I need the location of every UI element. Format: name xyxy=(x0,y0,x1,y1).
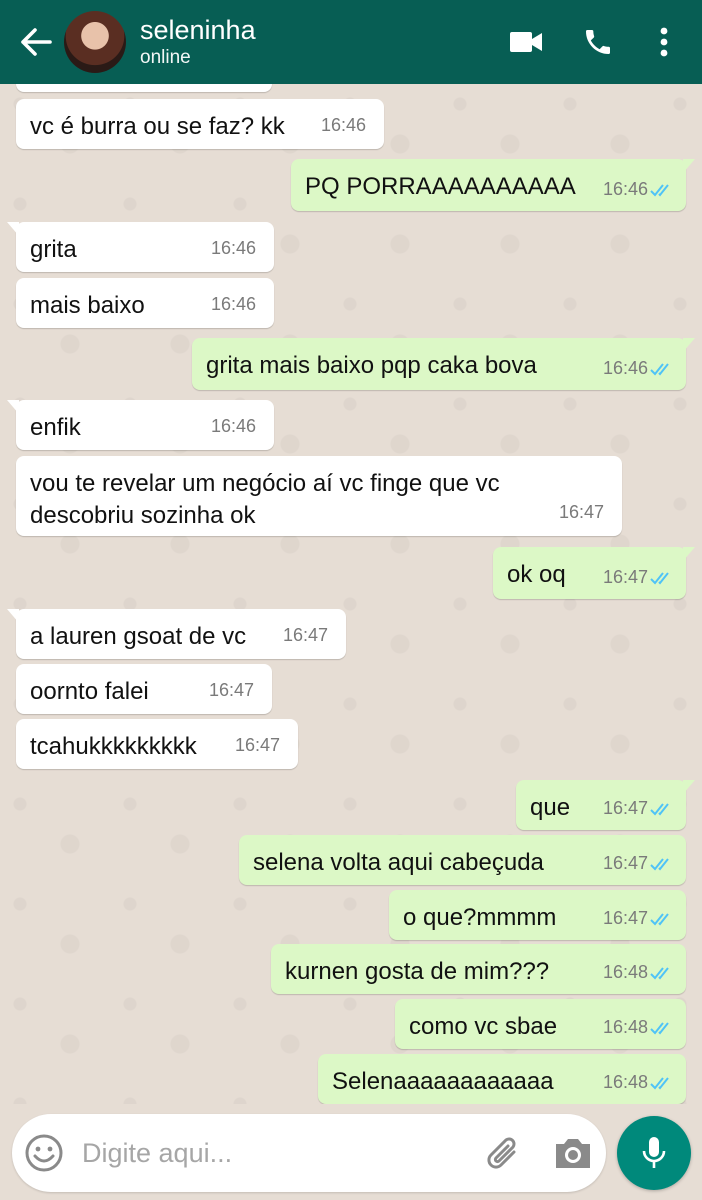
message-time: 16:47 xyxy=(234,735,280,755)
message-time: 16:47 xyxy=(282,625,328,645)
message-compose-bar: Digite aqui... xyxy=(12,1114,606,1192)
message-text: tcahukkkkkkkkk xyxy=(30,733,197,760)
more-vert-icon xyxy=(660,27,668,57)
message-text: ok oq xyxy=(507,561,566,588)
video-call-button[interactable] xyxy=(490,0,562,84)
message-time: 16:48 xyxy=(602,962,648,982)
read-ticks-icon xyxy=(650,184,669,197)
message-time: 16:47 xyxy=(602,567,648,587)
message-text: selena volta aqui cabeçuda xyxy=(253,849,544,876)
read-ticks-icon xyxy=(650,913,669,926)
message-bubble-incoming[interactable]: grita 16:46 xyxy=(7,222,274,272)
mic-icon xyxy=(642,1137,666,1168)
message-bubble-incoming[interactable]: vc é burra ou se faz? kk 16:46 xyxy=(16,99,384,149)
read-ticks-icon xyxy=(650,363,669,376)
read-ticks-icon xyxy=(650,1077,669,1090)
message-bubble-outgoing[interactable]: PQ PORRAAAAAAAAAA 16:46 xyxy=(291,159,695,211)
message-text: como vc sbae xyxy=(409,1013,558,1040)
message-text: kurnen gosta de mim??? xyxy=(285,958,550,985)
message-time: 16:47 xyxy=(602,853,648,873)
contact-name: seleninha xyxy=(140,15,256,45)
message-input[interactable]: Digite aqui... xyxy=(82,1138,232,1169)
message-time: 16:48 xyxy=(602,1017,648,1037)
message-bubble-incoming[interactable]: enfik 16:46 xyxy=(7,400,274,450)
message-time: 16:46 xyxy=(320,115,366,135)
contact-info[interactable]: seleninha online xyxy=(140,14,490,70)
message-time: 16:47 xyxy=(208,680,254,700)
message-text: oornto falei xyxy=(30,678,149,705)
more-options-button[interactable] xyxy=(634,0,694,84)
attach-icon[interactable] xyxy=(484,1132,524,1174)
voice-call-button[interactable] xyxy=(562,0,634,84)
chat-header: seleninha online xyxy=(0,0,702,84)
emoji-icon[interactable] xyxy=(24,1133,64,1173)
message-bubble-incoming[interactable]: tcahukkkkkkkkk 16:47 xyxy=(16,719,298,769)
message-text: que xyxy=(530,794,571,821)
message-text: vc é burra ou se faz? kk xyxy=(30,113,285,140)
message-time: 16:47 xyxy=(602,798,648,818)
message-time: 16:46 xyxy=(210,238,256,258)
message-bubble-outgoing[interactable]: kurnen gosta de mim??? 16:48 xyxy=(271,944,686,994)
message-bubble-outgoing[interactable]: que 16:47 xyxy=(516,780,695,830)
message-time: 16:46 xyxy=(210,416,256,436)
camera-icon[interactable] xyxy=(552,1132,594,1174)
message-time: 16:47 xyxy=(558,502,604,522)
message-text: PQ PORRAAAAAAAAAA xyxy=(305,173,576,200)
read-ticks-icon xyxy=(650,803,669,816)
message-text: vou te revelar um negócio aí vc finge qu… xyxy=(30,470,500,529)
message-text: grita xyxy=(30,236,77,263)
message-list[interactable]: vc é burra ou se faz? kk 16:46 PQ PORRAA… xyxy=(0,84,702,1104)
message-bubble-outgoing[interactable]: como vc sbae 16:48 xyxy=(395,999,686,1049)
message-bubble-outgoing[interactable]: selena volta aqui cabeçuda 16:47 xyxy=(239,835,686,885)
message-bubble-incoming[interactable]: a lauren gsoat de vc 16:47 xyxy=(7,609,346,659)
message-time: 16:48 xyxy=(602,1072,648,1092)
back-arrow-icon xyxy=(21,28,52,56)
message-time: 16:46 xyxy=(602,179,648,199)
message-text: o que?mmmm xyxy=(403,904,557,931)
back-button[interactable] xyxy=(8,0,64,84)
contact-status: online xyxy=(140,47,191,68)
message-bubble-outgoing[interactable]: grita mais baixo pqp caka bova 16:46 xyxy=(192,338,695,390)
message-text: mais baixo xyxy=(30,292,145,319)
video-call-icon xyxy=(510,32,542,52)
read-ticks-icon xyxy=(650,967,669,980)
avatar[interactable] xyxy=(64,11,126,73)
message-text: Selenaaaaaaaaaaaa xyxy=(332,1068,554,1095)
message-text: enfik xyxy=(30,414,81,441)
message-bubble-outgoing[interactable]: Selenaaaaaaaaaaaa 16:48 xyxy=(318,1054,686,1104)
message-bubble-partial xyxy=(16,84,272,92)
message-bubble-outgoing[interactable]: ok oq 16:47 xyxy=(493,547,695,599)
message-text: a lauren gsoat de vc xyxy=(30,623,247,650)
message-time: 16:46 xyxy=(210,294,256,314)
message-bubble-incoming[interactable]: mais baixo 16:46 xyxy=(16,278,274,328)
message-time: 16:47 xyxy=(602,908,648,928)
message-text: grita mais baixo pqp caka bova xyxy=(206,352,537,379)
phone-icon xyxy=(586,30,610,54)
read-ticks-icon xyxy=(650,572,669,585)
message-bubble-incoming[interactable]: vou te revelar um negócio aí vc finge qu… xyxy=(16,456,622,536)
read-ticks-icon xyxy=(650,858,669,871)
message-bubble-outgoing[interactable]: o que?mmmm 16:47 xyxy=(389,890,686,940)
read-ticks-icon xyxy=(650,1022,669,1035)
message-bubble-incoming[interactable]: oornto falei 16:47 xyxy=(16,664,272,714)
mic-button[interactable] xyxy=(617,1116,691,1190)
message-time: 16:46 xyxy=(602,358,648,378)
